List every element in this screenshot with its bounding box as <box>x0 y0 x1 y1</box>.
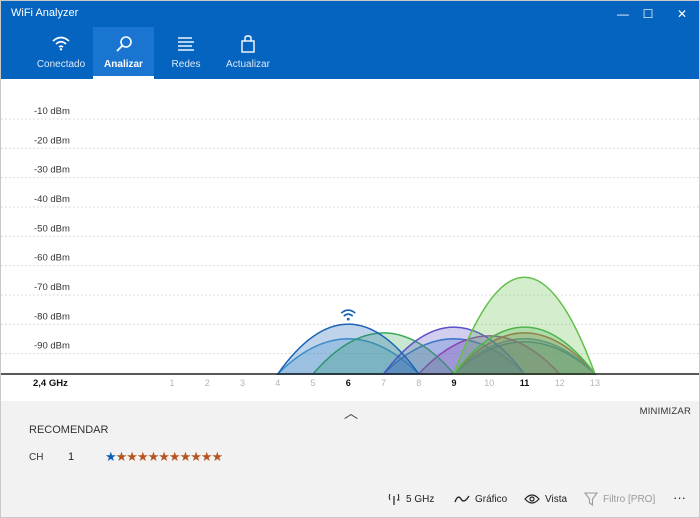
x-tick-label: 10 <box>484 378 494 388</box>
close-window-button[interactable]: ✕ <box>667 1 697 27</box>
chart-grid <box>1 118 699 355</box>
wave-icon <box>454 493 470 505</box>
y-tick-label: -60 dBm <box>34 253 70 264</box>
x-tick-label: 12 <box>555 378 565 388</box>
band-label: 2,4 GHz <box>33 378 68 389</box>
wifi-arc <box>340 309 356 314</box>
list-icon <box>176 35 196 54</box>
y-tick-label: -70 dBm <box>34 282 70 293</box>
tab-actualizar-label: Actualizar <box>226 59 270 70</box>
channel-rating-stars: ★★★★★★★★★★★ <box>105 449 224 465</box>
magnifier-icon <box>114 35 134 56</box>
tab-conectado[interactable]: Conectado <box>29 27 93 79</box>
x-tick-label: 1 <box>169 378 174 388</box>
tab-analizar-label: Analizar <box>104 59 143 70</box>
filter-icon <box>584 492 598 506</box>
wifi-icon <box>51 35 71 54</box>
chart-networks <box>275 276 597 375</box>
band-5ghz-label: 5 GHz <box>406 493 435 505</box>
tab-analizar[interactable]: Analizar <box>93 27 154 79</box>
x-tick-label: 6 <box>346 378 351 388</box>
x-tick-label: 8 <box>416 378 421 388</box>
y-tick-label: -50 dBm <box>34 223 70 234</box>
maximize-window-button[interactable]: ☐ <box>633 1 663 27</box>
title-bar: WiFi Analyzer — ☐ ✕ <box>1 1 699 27</box>
more-options-button[interactable]: ··· <box>673 487 686 507</box>
tab-conectado-label: Conectado <box>36 59 86 70</box>
bottom-toolbar: 5 GHz Gráfico Vista Filtro [PRO] ··· <box>1 479 699 517</box>
channel-label: CH <box>29 452 44 463</box>
view-label: Vista <box>545 493 568 505</box>
tab-redes[interactable]: Redes <box>161 27 211 79</box>
eye-icon <box>524 493 540 505</box>
network-signal-curve <box>276 323 421 375</box>
minimize-panel-button[interactable]: MINIMIZAR <box>640 406 691 417</box>
window-title: WiFi Analyzer <box>11 7 79 19</box>
y-tick-label: -30 dBm <box>34 165 70 176</box>
rating-star-filled: ★ <box>105 449 117 464</box>
wifi-analyzer-window: WiFi Analyzer — ☐ ✕ Conectado Analizar R… <box>0 0 700 518</box>
graph-label: Gráfico <box>475 493 508 505</box>
wifi-arc <box>343 313 354 317</box>
x-tick-label: 3 <box>240 378 245 388</box>
recommend-title: RECOMENDAR <box>29 424 109 436</box>
recommend-panel: ︿ MINIMIZAR RECOMENDAR CH 1 ★★★★★★★★★★★ … <box>1 401 699 517</box>
antenna-icon <box>387 492 401 506</box>
network-signal-curve <box>452 276 597 375</box>
x-tick-label: 5 <box>310 378 315 388</box>
filter-button[interactable]: Filtro [PRO] <box>584 489 655 509</box>
x-tick-label: 2 <box>205 378 210 388</box>
recommended-channel-value: 1 <box>68 451 75 463</box>
y-tick-label: -20 dBm <box>34 135 70 146</box>
y-tick-label: -40 dBm <box>34 194 70 205</box>
channel-signal-chart: -10 dBm -20 dBm -30 dBm -40 dBm -50 dBm -60 d… <box>1 106 699 389</box>
x-tick-label: 7 <box>381 378 386 388</box>
graph-button[interactable]: Gráfico <box>454 489 507 509</box>
x-tick-label: 4 <box>275 378 280 388</box>
rating-star-empty: ★★★★★★★★★★ <box>115 449 224 464</box>
signal-chart-area: -10 dBm -20 dBm -30 dBm -40 dBm -50 dBm -60 d… <box>1 79 699 401</box>
wifi-dot <box>346 317 350 321</box>
y-tick-label: -90 dBm <box>34 341 70 352</box>
view-button[interactable]: Vista <box>524 489 567 509</box>
y-tick-label: -10 dBm <box>34 106 70 117</box>
collapse-panel-icon[interactable]: ︿ <box>341 403 361 421</box>
x-tick-label: 11 <box>520 378 530 388</box>
filter-label: Filtro [PRO] <box>603 493 656 505</box>
band-5ghz-button[interactable]: 5 GHz <box>387 489 434 509</box>
tab-actualizar[interactable]: Actualizar <box>221 27 275 79</box>
connected-wifi-icon <box>340 309 356 321</box>
x-tick-label: 13 <box>590 378 600 388</box>
nav-bar: Conectado Analizar Redes Actualizar <box>1 27 699 79</box>
y-tick-label: -80 dBm <box>34 311 70 322</box>
x-tick-label: 9 <box>451 378 456 388</box>
tab-redes-label: Redes <box>171 59 201 70</box>
bag-icon <box>239 35 257 56</box>
